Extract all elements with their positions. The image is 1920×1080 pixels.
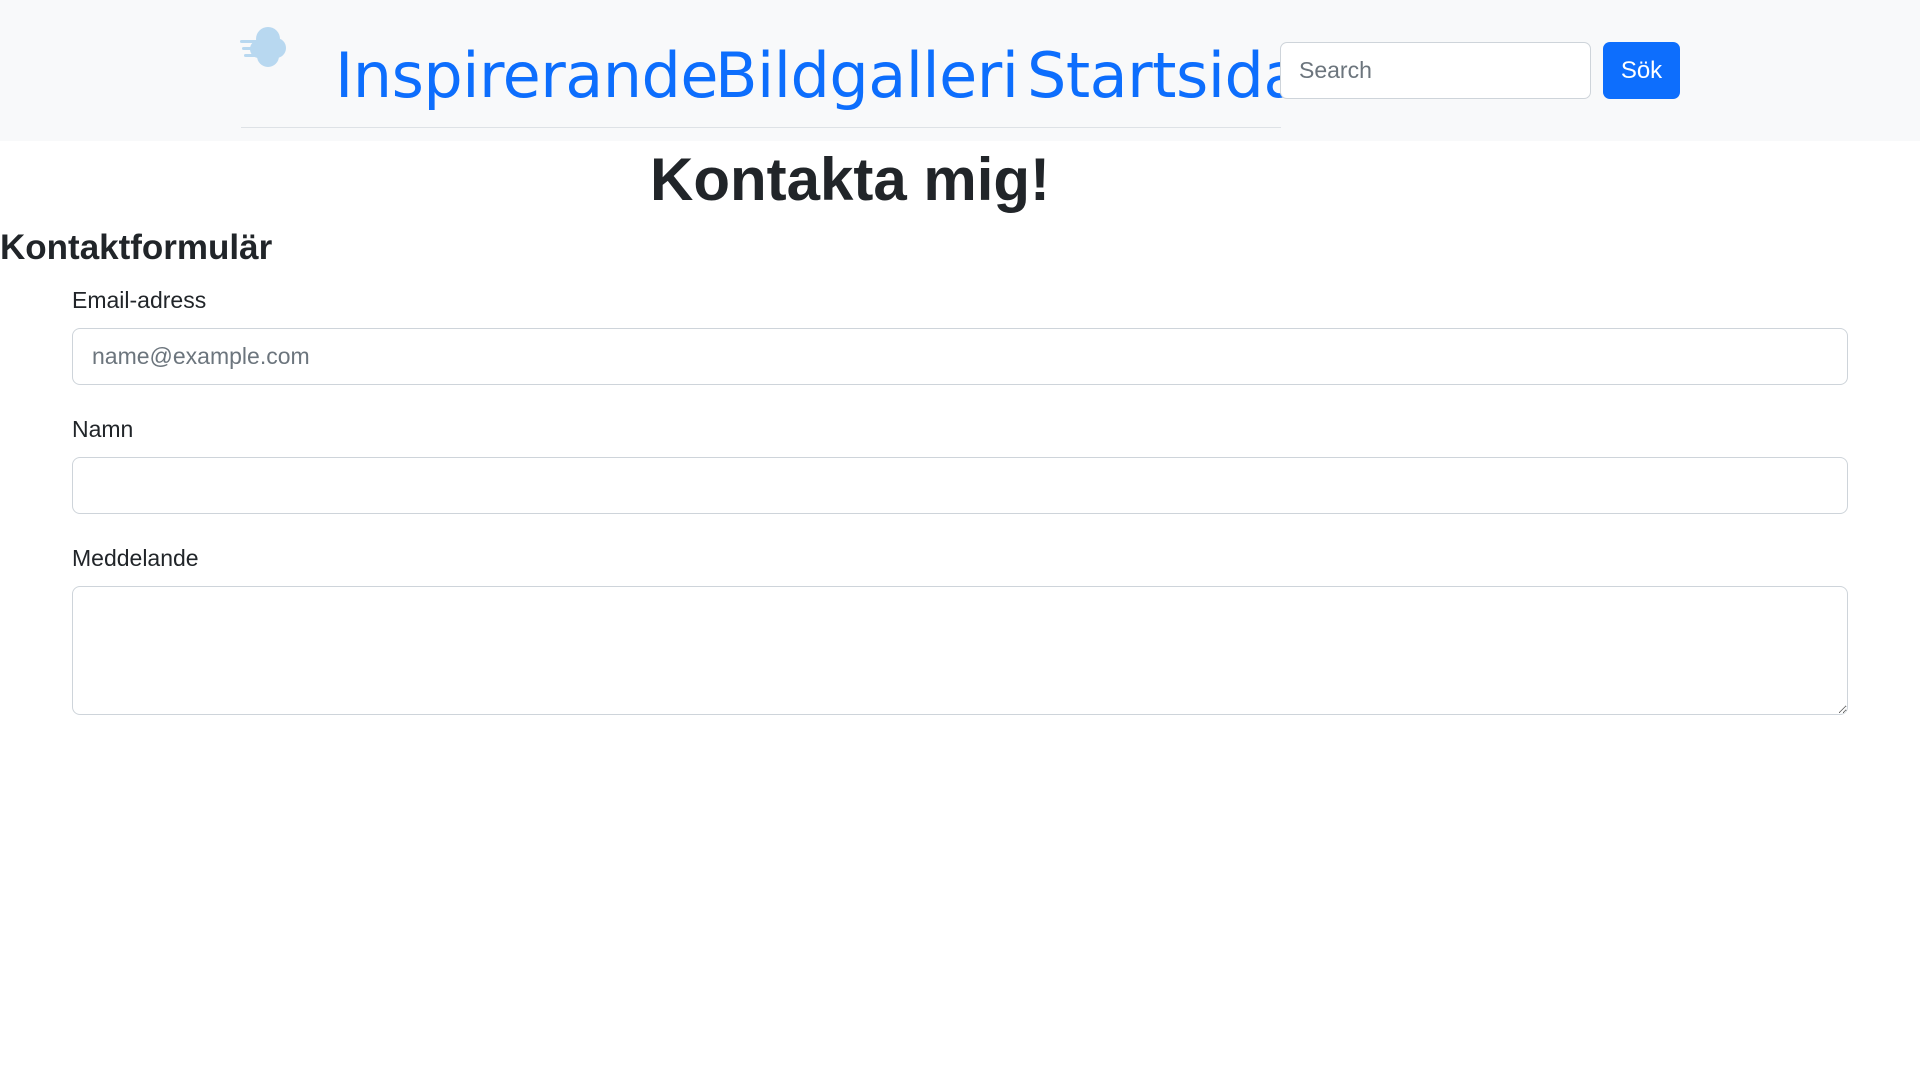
email-field[interactable] bbox=[72, 328, 1848, 385]
search-button[interactable]: Sök bbox=[1603, 42, 1680, 99]
nav-link-inspirerande[interactable]: Inspirerande bbox=[335, 38, 719, 114]
email-label: Email-adress bbox=[72, 287, 207, 313]
message-field[interactable] bbox=[72, 586, 1848, 715]
nav-link-bildgalleri[interactable]: Bildgalleri bbox=[715, 38, 1019, 114]
page-title: Kontakta mig! bbox=[649, 146, 1051, 213]
nav-divider bbox=[241, 127, 1281, 128]
navbar: Inspirerande Bildgalleri Startsida Sök bbox=[0, 0, 1920, 141]
name-label: Namn bbox=[72, 416, 134, 442]
message-label: Meddelande bbox=[72, 545, 199, 571]
nav-link-startsida[interactable]: Startsida bbox=[1027, 38, 1301, 114]
search-input[interactable] bbox=[1280, 42, 1591, 99]
contact-form-heading: Kontaktformulär bbox=[0, 228, 273, 267]
wind-cloud-icon[interactable] bbox=[238, 22, 290, 72]
name-field[interactable] bbox=[72, 457, 1848, 514]
